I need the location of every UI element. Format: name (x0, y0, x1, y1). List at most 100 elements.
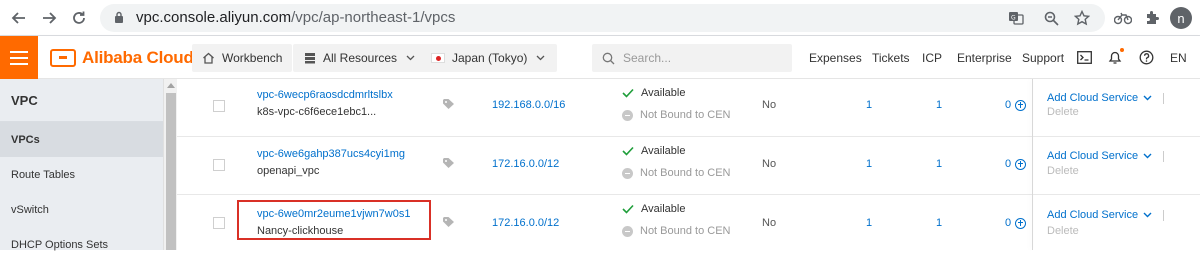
unbound-icon (622, 109, 633, 121)
action-separator (1163, 92, 1165, 104)
delete-link[interactable]: Delete (1047, 106, 1079, 118)
status-available: Available (622, 145, 685, 157)
status-cen: Not Bound to CEN (622, 167, 731, 179)
default-vpc-value: No (762, 99, 777, 111)
ipv4-cidr-link[interactable]: 192.168.0.0/16 (492, 99, 565, 111)
help-icon[interactable] (1137, 48, 1155, 66)
vswitch-count[interactable]: 1 (936, 158, 942, 170)
zoom-icon[interactable] (1041, 9, 1061, 27)
resource-count[interactable]: 0 (1005, 217, 1027, 229)
bookmark-star-icon[interactable] (1072, 9, 1092, 27)
address-bar[interactable]: vpc.console.aliyun.com/vpc/ap-northeast-… (100, 4, 1105, 32)
check-icon (622, 146, 634, 156)
ipv4-cidr-link[interactable]: 172.16.0.0/12 (492, 158, 559, 170)
sidebar-item-route-tables[interactable]: Route Tables (0, 157, 163, 192)
sidebar-item-vswitch[interactable]: vSwitch (0, 192, 163, 227)
sidebar-item-vpcs[interactable]: VPCs (0, 122, 163, 157)
notification-bell-icon[interactable] (1106, 48, 1124, 66)
tag-icon[interactable] (443, 217, 455, 227)
default-vpc-value: No (762, 217, 777, 229)
language-switch[interactable]: EN (1170, 51, 1187, 65)
sidebar-scrollbar[interactable] (163, 79, 177, 250)
status-available: Available (622, 87, 685, 99)
reload-icon[interactable] (68, 7, 90, 29)
add-circle-icon[interactable] (1015, 99, 1027, 111)
alibaba-cloud-logo[interactable]: Alibaba Cloud (50, 48, 194, 68)
vpc-id-link[interactable]: vpc-6wecp6raosdcdmrltslbx (257, 89, 393, 101)
table-row: vpc-6wecp6raosdcdmrltslbx k8s-vpc-c6f6ec… (177, 79, 1200, 137)
table-row: vpc-6we6gahp387ucs4cyi1mg openapi_vpc 17… (177, 137, 1200, 195)
vswitch-count[interactable]: 1 (936, 99, 942, 111)
region-dropdown[interactable]: Japan (Tokyo) (421, 44, 558, 72)
vpc-table: vpc-6wecp6raosdcdmrltslbx k8s-vpc-c6f6ec… (177, 79, 1200, 250)
row-checkbox[interactable] (213, 100, 225, 112)
topbar-link-tickets[interactable]: Tickets (872, 51, 910, 65)
translate-icon[interactable]: G (1006, 9, 1026, 27)
all-resources-dropdown[interactable]: All Resources (293, 44, 428, 72)
vpc-id-link[interactable]: vpc-6we6gahp387ucs4cyi1mg (257, 148, 405, 160)
route-table-count[interactable]: 1 (866, 217, 872, 229)
add-circle-icon[interactable] (1015, 217, 1027, 229)
topbar-link-expenses[interactable]: Expenses (809, 51, 862, 65)
unbound-icon (622, 225, 633, 237)
vpc-name: openapi_vpc (257, 165, 320, 177)
fixed-column-divider (1032, 79, 1033, 250)
action-separator (1163, 150, 1165, 162)
delete-link[interactable]: Delete (1047, 225, 1079, 237)
action-separator (1163, 209, 1165, 221)
svg-text:G: G (1011, 15, 1016, 22)
extensions-puzzle-icon[interactable] (1141, 7, 1163, 29)
highlight-box (237, 200, 431, 240)
resources-icon (303, 52, 316, 65)
add-circle-icon[interactable] (1015, 158, 1027, 170)
console-search[interactable] (592, 44, 792, 72)
forward-icon[interactable] (38, 7, 60, 29)
resource-count[interactable]: 0 (1005, 158, 1027, 170)
search-icon (602, 52, 615, 64)
profile-avatar[interactable]: n (1170, 7, 1192, 29)
extension-bike-icon[interactable] (1112, 7, 1134, 29)
topbar-link-enterprise[interactable]: Enterprise (957, 51, 1012, 65)
scrollbar-thumb[interactable] (166, 93, 176, 250)
chevron-down-icon (1143, 212, 1152, 218)
home-icon (202, 52, 215, 65)
route-table-count[interactable]: 1 (866, 158, 872, 170)
url-text: vpc.console.aliyun.com/vpc/ap-northeast-… (136, 9, 456, 26)
chevron-down-icon (404, 52, 417, 65)
chevron-down-icon (1143, 153, 1152, 159)
add-cloud-service-dropdown[interactable]: Add Cloud Service (1047, 150, 1165, 162)
lock-icon (115, 11, 123, 23)
terminal-icon[interactable] (1075, 48, 1093, 66)
route-table-count[interactable]: 1 (866, 99, 872, 111)
unbound-icon (622, 167, 633, 179)
sidebar-item-dhcp-options-sets[interactable]: DHCP Options Sets (0, 227, 163, 262)
sidebar-title: VPC (0, 79, 163, 122)
menu-icon[interactable] (0, 36, 38, 79)
check-icon (622, 204, 634, 214)
row-checkbox[interactable] (213, 159, 225, 171)
ipv4-cidr-link[interactable]: 172.16.0.0/12 (492, 217, 559, 229)
console-topbar: Alibaba Cloud Workbench All Resources Ja… (0, 36, 1200, 79)
tag-icon[interactable] (443, 99, 455, 109)
tag-icon[interactable] (443, 158, 455, 168)
notification-dot (1120, 48, 1124, 52)
status-available: Available (622, 203, 685, 215)
resource-count[interactable]: 0 (1005, 99, 1027, 111)
add-cloud-service-dropdown[interactable]: Add Cloud Service (1047, 209, 1165, 221)
delete-link[interactable]: Delete (1047, 165, 1079, 177)
back-icon[interactable] (8, 7, 30, 29)
vpc-name: k8s-vpc-c6f6ece1ebc1... (257, 106, 377, 118)
default-vpc-value: No (762, 158, 777, 170)
sidebar: VPC VPCs Route Tables vSwitch DHCP Optio… (0, 79, 163, 251)
topbar-link-icp[interactable]: ICP (922, 51, 942, 65)
browser-toolbar: vpc.console.aliyun.com/vpc/ap-northeast-… (0, 0, 1200, 36)
scroll-up-arrow-icon[interactable] (167, 83, 175, 88)
row-checkbox[interactable] (213, 217, 225, 229)
vswitch-count[interactable]: 1 (936, 217, 942, 229)
add-cloud-service-dropdown[interactable]: Add Cloud Service (1047, 92, 1165, 104)
status-cen: Not Bound to CEN (622, 109, 731, 121)
workbench-button[interactable]: Workbench (192, 44, 293, 72)
topbar-link-support[interactable]: Support (1022, 51, 1064, 65)
search-input[interactable] (623, 51, 773, 65)
japan-flag-icon (431, 53, 445, 63)
